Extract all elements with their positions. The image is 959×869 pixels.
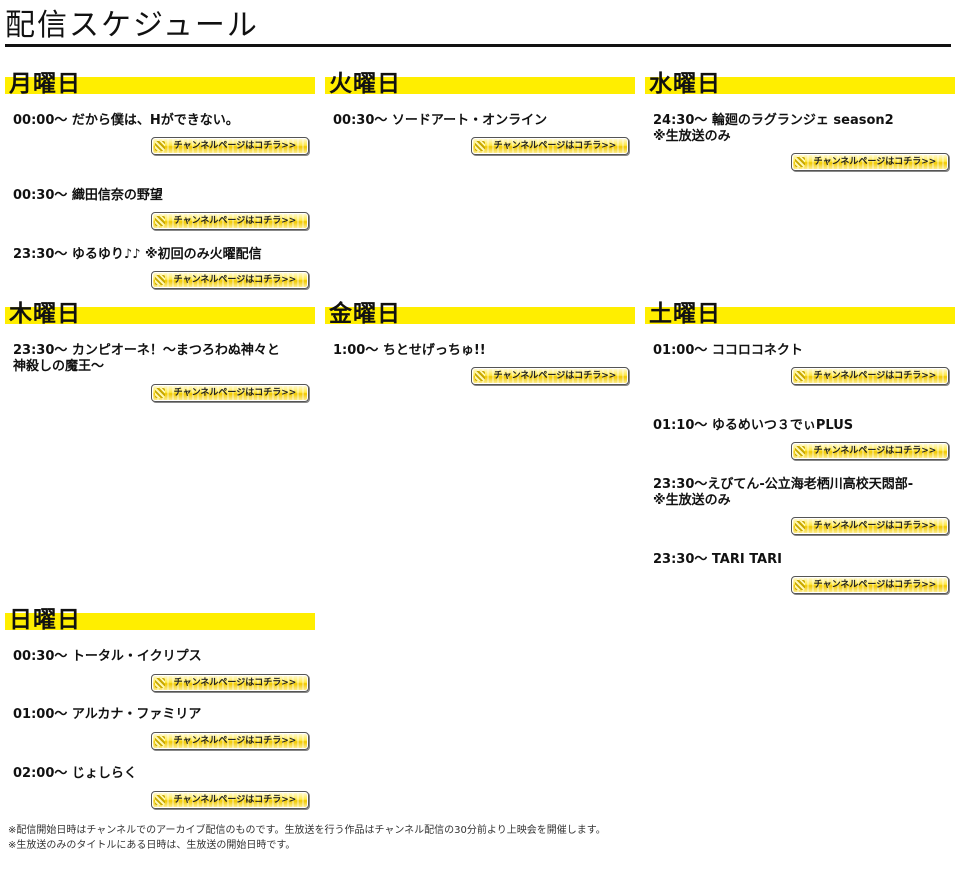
channel-page-button[interactable]: チャンネルページはコチラ>> bbox=[151, 212, 309, 230]
channel-page-button[interactable]: チャンネルページはコチラ>> bbox=[791, 442, 949, 460]
channel-page-button[interactable]: チャンネルページはコチラ>> bbox=[471, 367, 629, 385]
schedule-entry: 23:30～ TARI TARI bbox=[653, 552, 955, 568]
schedule-entry: 01:00～ アルカナ・ファミリア bbox=[13, 707, 315, 723]
day-section-monday: 月曜日 00:00～ だから僕は、Hができない。 チャンネルページはコチラ>> … bbox=[5, 69, 315, 289]
channel-page-button[interactable]: チャンネルページはコチラ>> bbox=[151, 137, 309, 155]
day-header: 水曜日 bbox=[645, 69, 955, 99]
day-name: 木曜日 bbox=[9, 301, 81, 327]
schedule-entry: 00:30～ 織田信奈の野望 bbox=[13, 188, 315, 204]
schedule-entry: 23:30～ ゆるゆり♪♪ ※初回のみ火曜配信 bbox=[13, 247, 315, 263]
entry-title: 02:00～ じょしらく bbox=[13, 766, 137, 781]
day-header: 火曜日 bbox=[325, 69, 635, 99]
schedule-entry: 00:00～ だから僕は、Hができない。 bbox=[13, 113, 315, 129]
channel-page-button[interactable]: チャンネルページはコチラ>> bbox=[791, 517, 949, 535]
day-header: 木曜日 bbox=[5, 299, 315, 329]
schedule-entry: 01:10～ ゆるめいつ３でぃPLUS bbox=[653, 418, 955, 434]
channel-page-button[interactable]: チャンネルページはコチラ>> bbox=[151, 384, 309, 402]
channel-page-button[interactable]: チャンネルページはコチラ>> bbox=[471, 137, 629, 155]
entry-title: 01:10～ ゆるめいつ３でぃPLUS bbox=[653, 418, 854, 433]
entry-title: 24:30～ 輪廻のラグランジェ season2 ※生放送のみ bbox=[653, 113, 894, 144]
day-section-saturday: 土曜日 01:00～ ココロコネクト チャンネルページはコチラ>> 01:10～… bbox=[645, 299, 955, 594]
day-section-tuesday: 火曜日 00:30～ ソードアート・オンライン チャンネルページはコチラ>> bbox=[325, 69, 635, 155]
day-header: 土曜日 bbox=[645, 299, 955, 329]
day-name: 土曜日 bbox=[649, 301, 721, 327]
channel-page-button[interactable]: チャンネルページはコチラ>> bbox=[791, 367, 949, 385]
footnote: ※生放送のみのタイトルにある日時は、生放送の開始日時です。 bbox=[8, 840, 296, 851]
schedule-entry: 23:30～ カンピオーネ！～まつろわぬ神々と 神殺しの魔王～ bbox=[13, 343, 315, 375]
day-name: 水曜日 bbox=[649, 71, 721, 97]
day-header: 日曜日 bbox=[5, 605, 315, 635]
schedule-entry: 02:00～ じょしらく bbox=[13, 766, 315, 782]
channel-page-button[interactable]: チャンネルページはコチラ>> bbox=[791, 153, 949, 171]
day-header: 月曜日 bbox=[5, 69, 315, 99]
entry-title: 23:30～ カンピオーネ！～まつろわぬ神々と 神殺しの魔王～ bbox=[13, 343, 280, 374]
day-name: 金曜日 bbox=[329, 301, 401, 327]
entry-title: 01:00～ ココロコネクト bbox=[653, 343, 803, 358]
schedule-entry: 24:30～ 輪廻のラグランジェ season2 ※生放送のみ bbox=[653, 113, 955, 145]
day-section-wednesday: 水曜日 24:30～ 輪廻のラグランジェ season2 ※生放送のみ チャンネ… bbox=[645, 69, 955, 171]
channel-page-button[interactable]: チャンネルページはコチラ>> bbox=[151, 271, 309, 289]
channel-page-button[interactable]: チャンネルページはコチラ>> bbox=[791, 576, 949, 594]
schedule-entry: 00:30～ トータル・イクリプス bbox=[13, 649, 315, 665]
entry-title: 00:30～ トータル・イクリプス bbox=[13, 649, 202, 664]
entry-title: 1:00～ ちとせげっちゅ!! bbox=[333, 343, 486, 358]
channel-page-button[interactable]: チャンネルページはコチラ>> bbox=[151, 791, 309, 809]
entry-title: 23:30～ TARI TARI bbox=[653, 552, 782, 567]
schedule-entry: 00:30～ ソードアート・オンライン bbox=[333, 113, 635, 129]
day-name: 日曜日 bbox=[9, 607, 81, 633]
day-section-friday: 金曜日 1:00～ ちとせげっちゅ!! チャンネルページはコチラ>> bbox=[325, 299, 635, 385]
schedule-entry: 01:00～ ココロコネクト bbox=[653, 343, 955, 359]
entry-title: 23:30～ ゆるゆり♪♪ ※初回のみ火曜配信 bbox=[13, 247, 262, 262]
day-section-sunday: 日曜日 00:30～ トータル・イクリプス チャンネルページはコチラ>> 01:… bbox=[5, 605, 315, 809]
schedule-entry: 1:00～ ちとせげっちゅ!! bbox=[333, 343, 635, 359]
day-header: 金曜日 bbox=[325, 299, 635, 329]
schedule-entry: 23:30～えびてん-公立海老栖川高校天悶部- ※生放送のみ bbox=[653, 477, 955, 509]
day-name: 火曜日 bbox=[329, 71, 401, 97]
entry-title: 23:30～えびてん-公立海老栖川高校天悶部- ※生放送のみ bbox=[653, 477, 914, 508]
day-name: 月曜日 bbox=[9, 71, 81, 97]
channel-page-button[interactable]: チャンネルページはコチラ>> bbox=[151, 674, 309, 692]
footnotes: ※配信開始日時はチャンネルでのアーカイブ配信のものです。生放送を行う作品はチャン… bbox=[8, 823, 606, 853]
page-title: 配信スケジュール bbox=[5, 8, 259, 43]
footnote: ※配信開始日時はチャンネルでのアーカイブ配信のものです。生放送を行う作品はチャン… bbox=[8, 825, 606, 836]
day-section-thursday: 木曜日 23:30～ カンピオーネ！～まつろわぬ神々と 神殺しの魔王～ チャンネ… bbox=[5, 299, 315, 402]
channel-page-button[interactable]: チャンネルページはコチラ>> bbox=[151, 732, 309, 750]
entry-title: 00:30～ 織田信奈の野望 bbox=[13, 188, 163, 203]
entry-title: 01:00～ アルカナ・ファミリア bbox=[13, 707, 202, 722]
entry-title: 00:00～ だから僕は、Hができない。 bbox=[13, 113, 239, 128]
entry-title: 00:30～ ソードアート・オンライン bbox=[333, 113, 548, 128]
title-divider bbox=[5, 44, 951, 47]
